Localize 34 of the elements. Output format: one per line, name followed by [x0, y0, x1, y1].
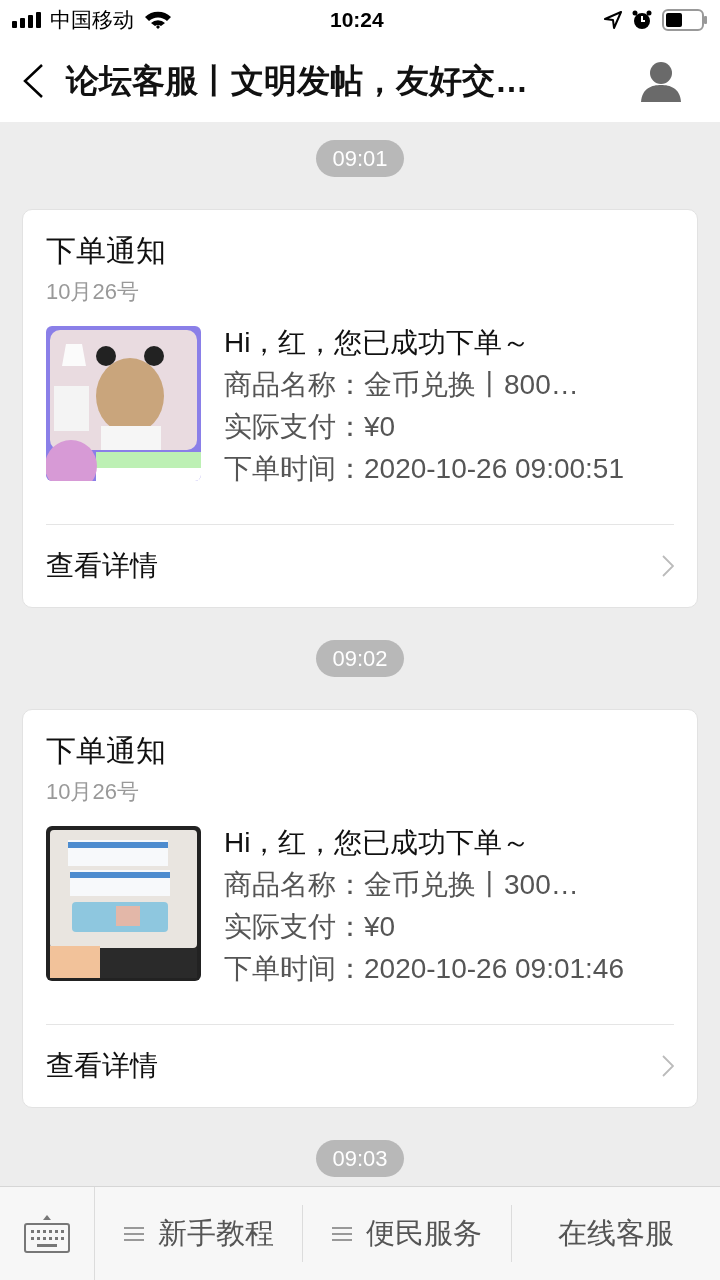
order-detail: 商品名称：金币兑换丨800…	[224, 368, 580, 402]
order-detail: 下单时间：2020-10-26 09:01:46	[224, 952, 624, 986]
timestamp: 09:01	[316, 140, 404, 177]
greeting-text: Hi，红，您已成功下单～	[224, 826, 532, 860]
order-detail: 商品名称：金币兑换丨300…	[224, 868, 580, 902]
chat-title: 论坛客服丨文明发帖，友好交…	[66, 61, 528, 102]
location-icon	[604, 11, 622, 29]
timestamp: 09:03	[316, 1140, 404, 1177]
chevron-icon	[662, 1055, 674, 1077]
clock-time: 10:24	[330, 7, 384, 34]
card-date: 10月26号	[46, 278, 140, 306]
profile-icon[interactable]	[640, 60, 682, 102]
back-icon[interactable]	[22, 63, 44, 99]
menu-button[interactable]: 在线客服	[557, 1211, 674, 1256]
chevron-icon	[662, 555, 674, 577]
alarm-icon	[632, 10, 652, 30]
card-date: 10月26号	[46, 778, 140, 806]
order-detail: 实际支付：¥0	[224, 910, 397, 944]
wifi-icon	[144, 10, 172, 30]
menu-button[interactable]: 新手教程	[123, 1211, 274, 1256]
card-title: 下单通知	[46, 733, 167, 769]
menu-button[interactable]: 便民服务	[332, 1211, 482, 1256]
card-title: 下单通知	[46, 233, 167, 269]
order-detail: 实际支付：¥0	[224, 410, 397, 444]
greeting-text: Hi，红，您已成功下单～	[224, 326, 532, 360]
order-detail: 下单时间：2020-10-26 09:00:51	[224, 452, 624, 486]
battery-icon	[662, 9, 708, 31]
timestamp: 09:02	[316, 640, 404, 677]
list-icon	[332, 1225, 352, 1242]
view-details-link[interactable]: 查看详情	[46, 1025, 674, 1107]
list-icon	[123, 1225, 144, 1242]
keyboard-icon[interactable]	[23, 1213, 71, 1254]
carrier-name: 中国移动	[50, 7, 134, 34]
view-details-link[interactable]: 查看详情	[46, 525, 674, 607]
